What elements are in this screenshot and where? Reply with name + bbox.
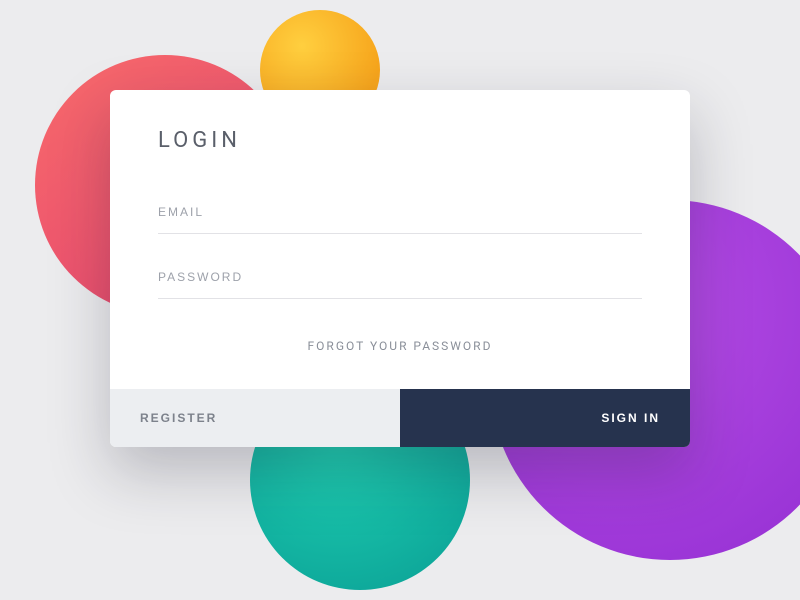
login-card-body: LOGIN FORGOT YOUR PASSWORD bbox=[110, 90, 690, 389]
register-button[interactable]: REGISTER bbox=[110, 389, 400, 447]
email-field[interactable] bbox=[158, 195, 642, 234]
login-card: LOGIN FORGOT YOUR PASSWORD REGISTER SIGN… bbox=[110, 90, 690, 447]
login-actions: REGISTER SIGN IN bbox=[110, 389, 690, 447]
signin-button[interactable]: SIGN IN bbox=[400, 389, 690, 447]
login-title: LOGIN bbox=[158, 128, 642, 153]
forgot-password-link[interactable]: FORGOT YOUR PASSWORD bbox=[158, 339, 642, 353]
password-field[interactable] bbox=[158, 260, 642, 299]
